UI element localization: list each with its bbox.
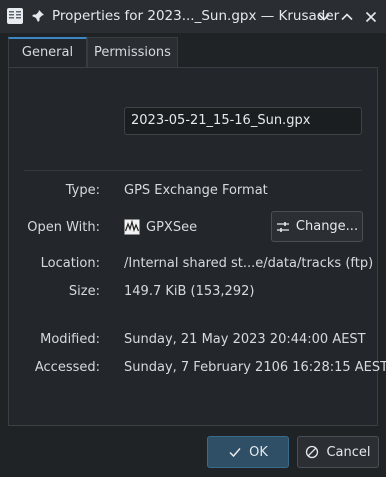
- gpxsee-app-icon: [124, 219, 140, 235]
- cancel-button[interactable]: Cancel: [297, 436, 379, 468]
- tab-permissions[interactable]: Permissions: [87, 37, 178, 67]
- size-value: 149.7 KiB (153,292): [124, 284, 255, 299]
- window-title: Properties for 2023..._Sun.gpx — Krusade…: [52, 8, 340, 24]
- ok-button[interactable]: OK: [207, 436, 289, 468]
- change-button[interactable]: Change...: [271, 211, 363, 242]
- divider: [24, 170, 362, 171]
- properties-dialog: Properties for 2023..._Sun.gpx — Krusade…: [0, 0, 386, 477]
- modified-value: Sunday, 21 May 2023 20:44:00 AEST: [124, 332, 366, 347]
- type-value: GPS Exchange Format: [124, 183, 268, 198]
- filename-field[interactable]: 2023-05-21_15-16_Sun.gpx: [124, 107, 362, 135]
- checkmark-icon: [229, 448, 241, 458]
- pin-icon[interactable]: [31, 9, 45, 23]
- title-bar: Properties for 2023..._Sun.gpx — Krusade…: [0, 0, 386, 33]
- tab-general[interactable]: General: [8, 37, 87, 67]
- close-icon[interactable]: [361, 7, 381, 27]
- type-label: Type:: [65, 183, 100, 198]
- accessed-label: Accessed:: [34, 360, 100, 375]
- chevron-down-icon[interactable]: [314, 7, 334, 27]
- file-manager-icon[interactable]: [6, 7, 24, 25]
- change-button-label: Change...: [295, 219, 359, 234]
- settings-sliders-icon: [276, 221, 289, 232]
- location-value: /Internal shared st...e/data/tracks (ftp…: [124, 256, 374, 271]
- accessed-value: Sunday, 7 February 2106 16:28:15 AEST: [124, 360, 386, 375]
- open-with-app: GPXSee: [146, 220, 198, 235]
- location-label: Location:: [40, 256, 100, 271]
- ok-button-label: OK: [249, 444, 268, 460]
- cancel-button-label: Cancel: [326, 444, 371, 460]
- modified-label: Modified:: [40, 332, 100, 347]
- open-with-label: Open With:: [27, 220, 100, 235]
- chevron-up-icon[interactable]: [337, 7, 357, 27]
- cancel-icon: [306, 445, 319, 459]
- size-label: Size:: [68, 284, 100, 299]
